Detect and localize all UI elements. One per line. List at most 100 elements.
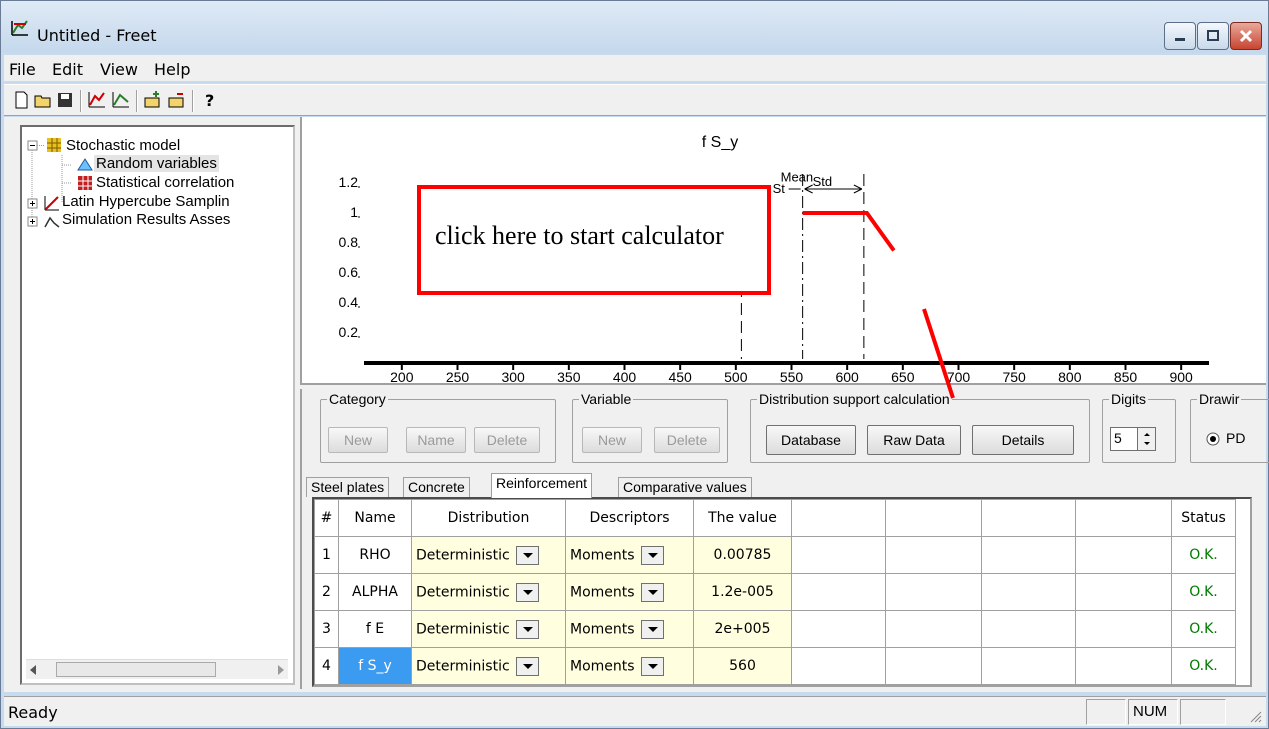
table-row[interactable]: 2 ALPHA Deterministic Moments 1.2e-005 O… [314,573,1236,611]
tree-latin-hypercube[interactable]: Latin Hypercube Samplin [62,193,230,210]
tree-statistical-correlation[interactable]: Statistical correlation [96,174,234,191]
empty-cell [885,573,982,611]
menu-help[interactable]: Help [154,60,190,79]
status-text: Ready [8,703,58,722]
category-name-button[interactable]: Name [406,427,466,453]
y-tick-label: 0.6 [339,264,359,280]
empty-cell [981,647,1076,685]
empty-cell [791,610,886,648]
x-tick-label: 350 [557,369,581,383]
tree-stochastic-model[interactable]: Stochastic model [66,137,180,154]
row-number: 2 [314,573,339,611]
new-file-icon[interactable] [10,88,32,112]
x-tick-label: 800 [1058,369,1082,383]
col-header-value: The value [693,499,792,537]
descriptors-cell[interactable]: Moments [565,536,694,574]
help-icon[interactable]: ? [198,88,220,112]
digits-spin-buttons[interactable] [1137,428,1155,450]
digits-value: 5 [1114,430,1122,446]
tree-simulation-results[interactable]: Simulation Results Asses [62,211,230,228]
scrollbar-thumb[interactable] [56,662,216,677]
value-cell[interactable]: 1.2e-005 [693,573,792,611]
save-icon[interactable] [54,88,76,112]
menu-file[interactable]: File [9,60,36,79]
col-header-empty [791,499,886,537]
chart-icon[interactable] [86,88,108,112]
distribution-cell[interactable]: Deterministic [411,610,566,648]
variable-name-cell-selected[interactable]: f S_y [338,647,412,685]
scroll-left-icon[interactable] [28,664,38,676]
descriptors-dropdown-icon[interactable] [640,656,664,676]
empty-cell [981,610,1076,648]
variable-new-button[interactable]: New [582,427,642,453]
x-tick-label: 400 [613,369,637,383]
tab-steel-plates[interactable]: Steel plates [306,477,390,497]
resize-grip-icon[interactable] [1248,709,1262,723]
x-tick-label: 250 [446,369,470,383]
close-icon [1239,29,1253,43]
variable-name-cell[interactable]: f E [338,610,412,648]
raw-data-button[interactable]: Raw Data [867,425,961,455]
tab-comparative-values[interactable]: Comparative values [618,477,752,497]
category-new-button[interactable]: New [328,427,388,453]
x-tick-label: 850 [1114,369,1138,383]
database-button[interactable]: Database [766,425,856,455]
chart-alt-icon[interactable] [110,88,132,112]
tab-concrete[interactable]: Concrete [403,477,470,497]
col-header-descriptors: Descriptors [565,499,694,537]
status-cell: O.K. [1171,536,1236,574]
maximize-button[interactable] [1197,22,1229,50]
tree-random-variables[interactable]: Random variables [94,155,219,172]
status-pane-empty [1086,699,1126,725]
descriptors-dropdown-icon[interactable] [640,619,664,639]
empty-cell [981,573,1076,611]
scroll-right-icon[interactable] [276,664,286,676]
toolbar-separator [136,90,138,112]
editor-pane: Category New Name Delete Variable New De… [300,389,1269,689]
descriptors-cell[interactable]: Moments [565,647,694,685]
descriptors-cell[interactable]: Moments [565,573,694,611]
grid-add-icon[interactable] [142,88,164,112]
table-row[interactable]: 1 RHO Deterministic Moments 0.00785 O.K. [314,536,1236,574]
title-bar: Untitled - Freet [1,1,1268,53]
empty-cell [791,536,886,574]
status-bar: Ready NUM [4,696,1266,726]
menu-edit[interactable]: Edit [52,60,83,79]
open-folder-icon[interactable] [32,88,54,112]
descriptors-dropdown-icon[interactable] [640,582,664,602]
table-row[interactable]: 4 f S_y Deterministic Moments 560 O.K. [314,647,1236,685]
pdf-radio-button[interactable] [1206,432,1220,446]
tree-horizontal-scrollbar[interactable] [26,659,288,679]
distribution-dropdown-icon[interactable] [515,545,539,565]
descriptors-dropdown-icon[interactable] [640,545,664,565]
details-button[interactable]: Details [972,425,1074,455]
distribution-dropdown-icon[interactable] [515,582,539,602]
distribution-cell[interactable]: Deterministic [411,573,566,611]
distribution-cell[interactable]: Deterministic [411,647,566,685]
grid-remove-icon[interactable] [166,88,188,112]
minimize-button[interactable] [1164,22,1196,50]
lhs-icon [44,196,59,211]
digits-spinner[interactable]: 5 [1110,427,1156,451]
category-delete-button[interactable]: Delete [474,427,540,453]
value-cell[interactable]: 0.00785 [693,536,792,574]
toolbar-separator [192,90,194,112]
variable-label: Variable [581,391,632,407]
status-cell: O.K. [1171,647,1236,685]
variable-name-cell[interactable]: ALPHA [338,573,412,611]
calculator-callout: click here to start calculator [417,185,771,295]
variable-delete-button[interactable]: Delete [654,427,720,453]
distribution-cell[interactable]: Deterministic [411,536,566,574]
value-cell[interactable]: 560 [693,647,792,685]
distribution-dropdown-icon[interactable] [515,619,539,639]
row-number: 3 [314,610,339,648]
value-cell[interactable]: 2e+005 [693,610,792,648]
table-row[interactable]: 3 f E Deterministic Moments 2e+005 O.K. [314,610,1236,648]
variable-name-cell[interactable]: RHO [338,536,412,574]
close-button[interactable] [1230,22,1262,50]
menu-view[interactable]: View [100,60,138,79]
tab-reinforcement[interactable]: Reinforcement [491,473,593,498]
distribution-dropdown-icon[interactable] [515,656,539,676]
mean-label: Mean [781,170,814,185]
descriptors-cell[interactable]: Moments [565,610,694,648]
